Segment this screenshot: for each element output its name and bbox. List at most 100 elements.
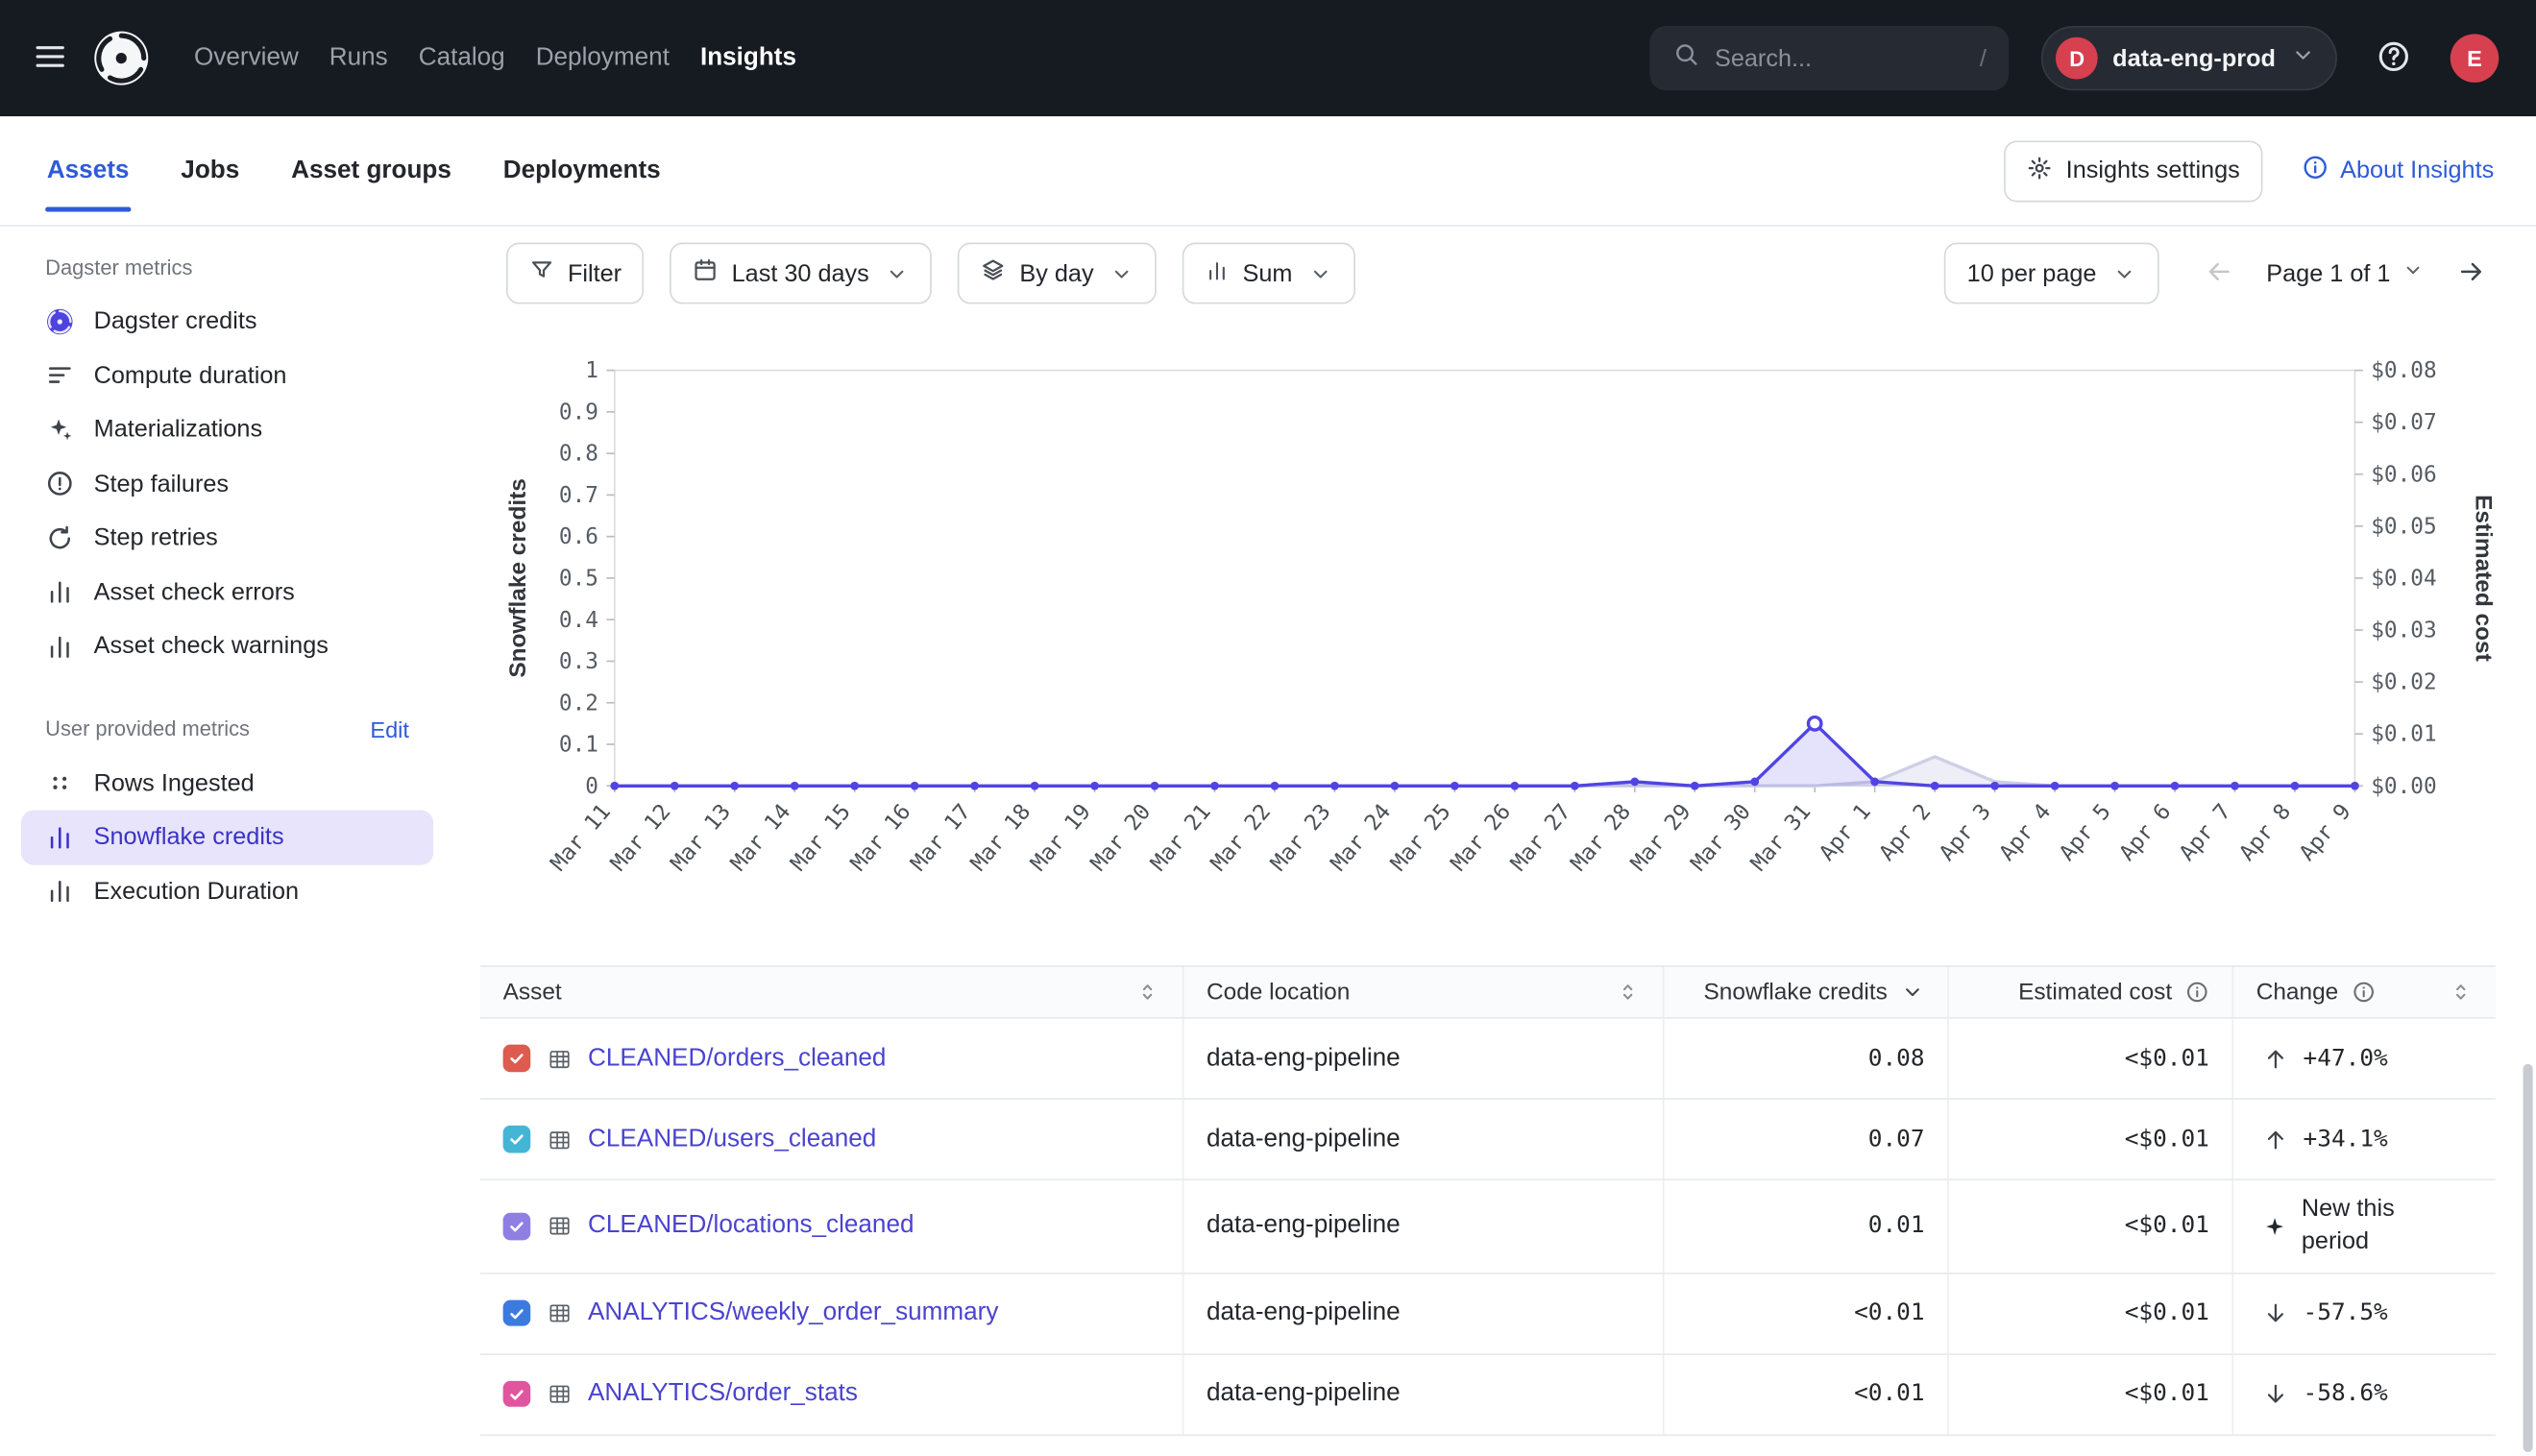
asset-link[interactable]: ANALYTICS/order_stats — [588, 1379, 858, 1408]
tab-deployments[interactable]: Deployments — [501, 146, 662, 195]
svg-text:Mar 11: Mar 11 — [546, 799, 616, 876]
svg-text:1: 1 — [585, 358, 598, 383]
nav-item-overview[interactable]: Overview — [194, 43, 299, 72]
svg-text:Mar 18: Mar 18 — [966, 799, 1036, 876]
column-header-change[interactable]: Change — [2231, 967, 2495, 1017]
layers-icon — [981, 257, 1007, 290]
svg-text:Mar 12: Mar 12 — [606, 799, 676, 876]
asset-cell: ANALYTICS/weekly_order_summary — [480, 1274, 1183, 1353]
about-insights-label: About Insights — [2340, 157, 2494, 184]
sidebar-item-step-retries[interactable]: Step retries — [0, 511, 454, 565]
row-checkbox[interactable] — [503, 1045, 530, 1072]
svg-text:Mar 28: Mar 28 — [1566, 799, 1636, 876]
asset-link[interactable]: CLEANED/users_cleaned — [588, 1125, 876, 1153]
svg-text:0.4: 0.4 — [559, 608, 598, 633]
code-location-cell: data-eng-pipeline — [1183, 1274, 1663, 1353]
table-row: ANALYTICS/order_stats data-eng-pipeline<0… — [480, 1354, 2496, 1435]
gear-icon — [2027, 155, 2053, 187]
tab-jobs[interactable]: Jobs — [180, 146, 241, 195]
column-label: Code location — [1207, 979, 1350, 1005]
asset-link[interactable]: ANALYTICS/weekly_order_summary — [588, 1298, 998, 1327]
date-range-dropdown[interactable]: Last 30 days — [671, 243, 933, 304]
scrollbar-thumb[interactable] — [2524, 1064, 2533, 1452]
change-cell: New this period — [2231, 1180, 2495, 1272]
asset-link[interactable]: CLEANED/orders_cleaned — [588, 1044, 886, 1073]
code-location-cell: data-eng-pipeline — [1183, 1354, 1663, 1434]
svg-text:Mar 30: Mar 30 — [1686, 799, 1756, 876]
info-icon — [2302, 154, 2329, 187]
search-input[interactable]: Search... / — [1650, 26, 2010, 90]
sidebar-item-asset-check-warnings[interactable]: Asset check warnings — [0, 619, 454, 673]
nav-item-catalog[interactable]: Catalog — [419, 43, 505, 72]
sidebar-item-label: Dagster credits — [94, 307, 257, 335]
sort-icon[interactable] — [2449, 980, 2473, 1004]
per-page-label: 10 per page — [1967, 259, 2097, 287]
nav-item-deployment[interactable]: Deployment — [536, 43, 670, 72]
sidebar-item-materializations[interactable]: Materializations — [0, 402, 454, 456]
prev-page-button[interactable] — [2195, 247, 2244, 301]
toolbar-filters: Filter Last 30 days By day Sum — [506, 243, 1355, 304]
svg-text:$0.01: $0.01 — [2371, 722, 2436, 747]
sidebar-item-dagster-credits[interactable]: Dagster credits — [0, 294, 454, 348]
info-icon[interactable] — [2352, 980, 2376, 1004]
sidebar-item-execution-duration[interactable]: Execution Duration — [0, 864, 454, 918]
app-root: Overview Runs Catalog Deployment Insights Se… — [0, 0, 2536, 1456]
sort-icon[interactable] — [1616, 980, 1640, 1004]
row-checkbox[interactable] — [503, 1380, 530, 1407]
sidebar-item-compute-duration[interactable]: Compute duration — [0, 349, 454, 402]
svg-text:Mar 25: Mar 25 — [1386, 799, 1456, 876]
column-header-estimated-cost[interactable]: Estimated cost — [1947, 967, 2231, 1017]
calendar-icon — [693, 257, 719, 290]
snowflake-credits-cell: 0.07 — [1663, 1100, 1947, 1179]
insights-settings-button[interactable]: Insights settings — [2005, 140, 2263, 202]
column-header-asset[interactable]: Asset — [480, 967, 1183, 1017]
sidebar-item-step-failures[interactable]: Step failures — [0, 457, 454, 511]
sort-icon[interactable] — [1135, 980, 1159, 1004]
sidebar-section-heading: Dagster metrics — [45, 255, 192, 279]
group-by-dropdown[interactable]: By day — [958, 243, 1157, 304]
arrow-down-icon — [2262, 1300, 2288, 1326]
row-checkbox[interactable] — [503, 1299, 530, 1326]
sidebar-item-asset-check-errors[interactable]: Asset check errors — [0, 565, 454, 619]
sidebar-item-rows-ingested[interactable]: Rows Ingested — [0, 756, 454, 810]
tab-assets[interactable]: Assets — [45, 146, 131, 195]
arrow-right-icon — [2457, 256, 2486, 290]
secondary-nav-right: Insights settings About Insights — [2005, 140, 2495, 202]
column-label: Estimated cost — [2018, 979, 2172, 1005]
next-page-button[interactable] — [2447, 247, 2496, 301]
svg-text:Apr 5: Apr 5 — [2055, 799, 2116, 865]
page-indicator-dropdown[interactable]: Page 1 of 1 — [2260, 258, 2431, 287]
asset-link[interactable]: CLEANED/locations_cleaned — [588, 1211, 914, 1240]
menu-button[interactable] — [26, 32, 75, 85]
deployment-switcher[interactable]: D data-eng-prod — [2041, 26, 2337, 90]
bar-chart-icon — [45, 823, 74, 852]
about-insights-link[interactable]: About Insights — [2302, 154, 2494, 187]
sidebar-item-label: Materializations — [94, 416, 262, 444]
column-header-code-location[interactable]: Code location — [1183, 967, 1663, 1017]
row-checkbox[interactable] — [503, 1213, 530, 1240]
help-button[interactable] — [2370, 32, 2419, 85]
chevron-down-icon — [2402, 258, 2425, 287]
info-icon[interactable] — [2185, 980, 2209, 1004]
filter-button[interactable]: Filter — [506, 243, 645, 304]
svg-text:0.5: 0.5 — [559, 566, 598, 591]
dagster-logo[interactable] — [90, 28, 152, 89]
snowflake-credits-cell: 0.01 — [1663, 1180, 1947, 1272]
user-avatar[interactable]: E — [2451, 34, 2499, 83]
edit-metrics-link[interactable]: Edit — [370, 716, 409, 741]
change-cell: -57.5% — [2231, 1274, 2495, 1353]
nav-item-insights[interactable]: Insights — [700, 43, 796, 72]
column-header-snowflake-credits[interactable]: Snowflake credits — [1663, 967, 1947, 1017]
svg-text:Apr 7: Apr 7 — [2175, 799, 2236, 865]
aggregation-dropdown[interactable]: Sum — [1183, 243, 1355, 304]
change-cell: +47.0% — [2231, 1019, 2495, 1099]
snowflake-credits-cell: <0.01 — [1663, 1354, 1947, 1434]
tab-asset-groups[interactable]: Asset groups — [289, 146, 452, 195]
sort-desc-icon[interactable] — [1900, 980, 1924, 1004]
per-page-dropdown[interactable]: 10 per page — [1944, 243, 2159, 304]
sidebar-item-label: Rows Ingested — [94, 769, 255, 797]
sidebar-item-label: Execution Duration — [94, 878, 299, 906]
sidebar-item-snowflake-credits[interactable]: Snowflake credits — [21, 811, 433, 864]
row-checkbox[interactable] — [503, 1126, 530, 1153]
nav-item-runs[interactable]: Runs — [329, 43, 388, 72]
